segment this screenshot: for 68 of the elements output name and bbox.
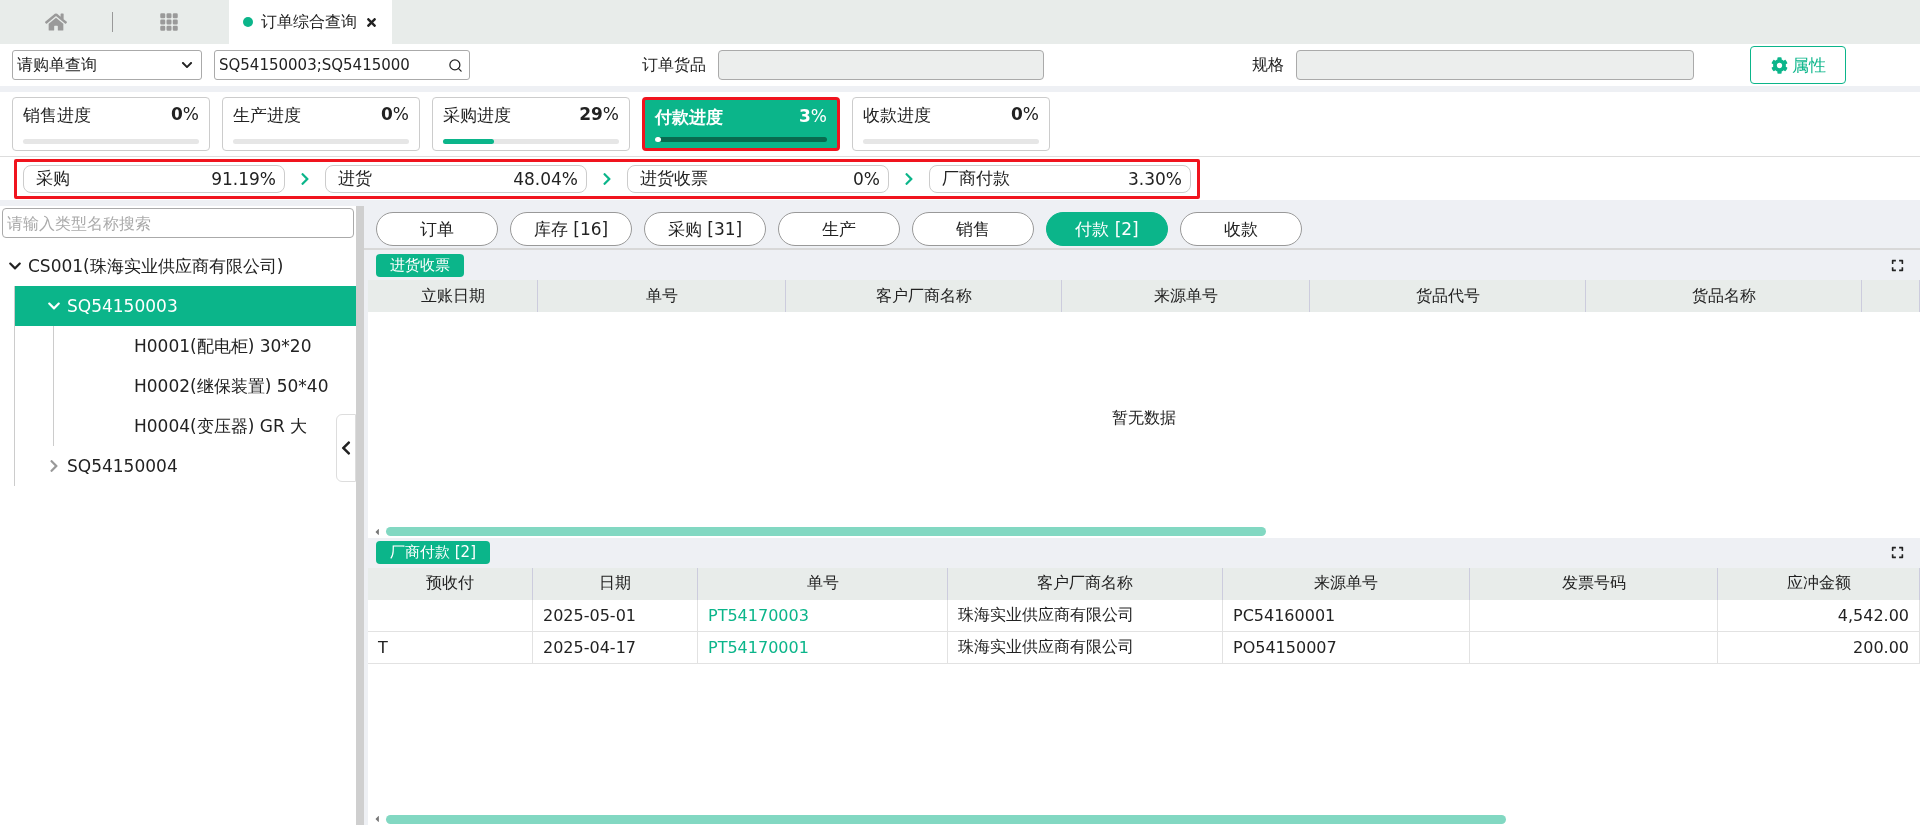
flow-step[interactable]: 进货 48.04% bbox=[325, 164, 587, 193]
table-cell: 2025-04-17 bbox=[533, 631, 698, 664]
flow-step[interactable]: 厂商付款 3.30% bbox=[929, 164, 1191, 193]
flow-step-label: 厂商付款 bbox=[942, 167, 1010, 190]
query-select[interactable]: 请购单查询 bbox=[12, 50, 202, 80]
table-cell: 4,542.00 bbox=[1718, 599, 1920, 632]
progress-card[interactable]: 采购进度 29% bbox=[432, 97, 630, 151]
tree-item[interactable]: H0004(变压器) GR 大 bbox=[54, 406, 332, 446]
progress-value: 29% bbox=[579, 104, 619, 126]
section-title: 进货收票 bbox=[376, 253, 464, 277]
table-cell: 珠海实业供应商有限公司 bbox=[948, 631, 1223, 664]
flow-step-label: 进货 bbox=[338, 167, 372, 190]
progress-value: 0% bbox=[1011, 104, 1039, 126]
table-cell: PC54160001 bbox=[1223, 599, 1470, 632]
column-header: 应冲金额 bbox=[1718, 567, 1920, 600]
column-header: 货品名称 bbox=[1586, 280, 1862, 312]
view-tab[interactable]: 销售 bbox=[912, 212, 1034, 246]
flow-step-value: 3.30% bbox=[1128, 168, 1182, 189]
column-header: 客户厂商名称 bbox=[948, 567, 1223, 600]
progress-value: 3% bbox=[799, 106, 827, 128]
progress-value: 0% bbox=[171, 104, 199, 126]
table-cell: T bbox=[368, 631, 533, 664]
progress-label: 生产进度 bbox=[233, 104, 301, 127]
table-cell: 2025-05-01 bbox=[533, 599, 698, 632]
column-header: 货品代号 bbox=[1310, 280, 1586, 312]
view-tab[interactable]: 采购 [31] bbox=[644, 212, 766, 246]
progress-label: 采购进度 bbox=[443, 104, 511, 127]
page-tab[interactable]: 订单综合查询 bbox=[229, 0, 392, 44]
field-label: 订单货品 bbox=[642, 54, 706, 76]
tree-item[interactable]: CS001(珠海实业供应商有限公司) bbox=[0, 246, 332, 286]
tree-item[interactable]: SQ54150004 bbox=[15, 446, 332, 486]
progress-label: 付款进度 bbox=[655, 106, 723, 129]
flow-step-value: 48.04% bbox=[513, 168, 578, 189]
progress-card[interactable]: 销售进度 0% bbox=[12, 97, 210, 151]
table-cell: PO54150007 bbox=[1223, 631, 1470, 664]
progress-value: 0% bbox=[381, 104, 409, 126]
progress-card[interactable]: 收款进度 0% bbox=[852, 97, 1050, 151]
flow-step-label: 采购 bbox=[36, 167, 70, 190]
column-header: 来源单号 bbox=[1062, 280, 1310, 312]
view-tab[interactable]: 收款 bbox=[1180, 212, 1302, 246]
flow-step-label: 进货收票 bbox=[640, 167, 708, 190]
column-header: 单号 bbox=[538, 280, 786, 312]
column-header: 立账日期 bbox=[368, 280, 538, 312]
table-cell: 珠海实业供应商有限公司 bbox=[948, 599, 1223, 632]
tree-item[interactable]: H0002(继保装置) 50*40 bbox=[54, 366, 332, 406]
column-header: 单号 bbox=[698, 567, 948, 600]
search-field[interactable]: SQ54150003;SQ5415000 bbox=[214, 50, 470, 80]
section-title: 厂商付款 [2] bbox=[376, 541, 490, 564]
progress-label: 销售进度 bbox=[23, 104, 91, 127]
flow-step[interactable]: 进货收票 0% bbox=[627, 164, 889, 193]
flow-step-value: 0% bbox=[853, 168, 880, 189]
column-header: 预收付 bbox=[368, 567, 533, 600]
column-header: 客户厂商名称 bbox=[786, 280, 1062, 312]
flow-step[interactable]: 采购 91.19% bbox=[23, 164, 285, 193]
view-tab[interactable]: 生产 bbox=[778, 212, 900, 246]
tree-item[interactable]: H0001(配电柜) 30*20 bbox=[54, 326, 332, 366]
field-label: 规格 bbox=[1252, 54, 1284, 76]
table-cell: 200.00 bbox=[1718, 631, 1920, 664]
progress-card[interactable]: 生产进度 0% bbox=[222, 97, 420, 151]
view-tab[interactable]: 订单 bbox=[376, 212, 498, 246]
flow-step-value: 91.19% bbox=[211, 168, 276, 189]
column-header: 日期 bbox=[533, 567, 698, 600]
empty-message: 暂无数据 bbox=[1112, 408, 1176, 430]
view-tab[interactable]: 库存 [16] bbox=[510, 212, 632, 246]
column-header: 发票号码 bbox=[1470, 567, 1718, 600]
progress-label: 收款进度 bbox=[863, 104, 931, 127]
tree-search-field[interactable]: 请输入类型名称搜索 bbox=[2, 208, 354, 238]
column-header: 来源单号 bbox=[1223, 567, 1470, 600]
